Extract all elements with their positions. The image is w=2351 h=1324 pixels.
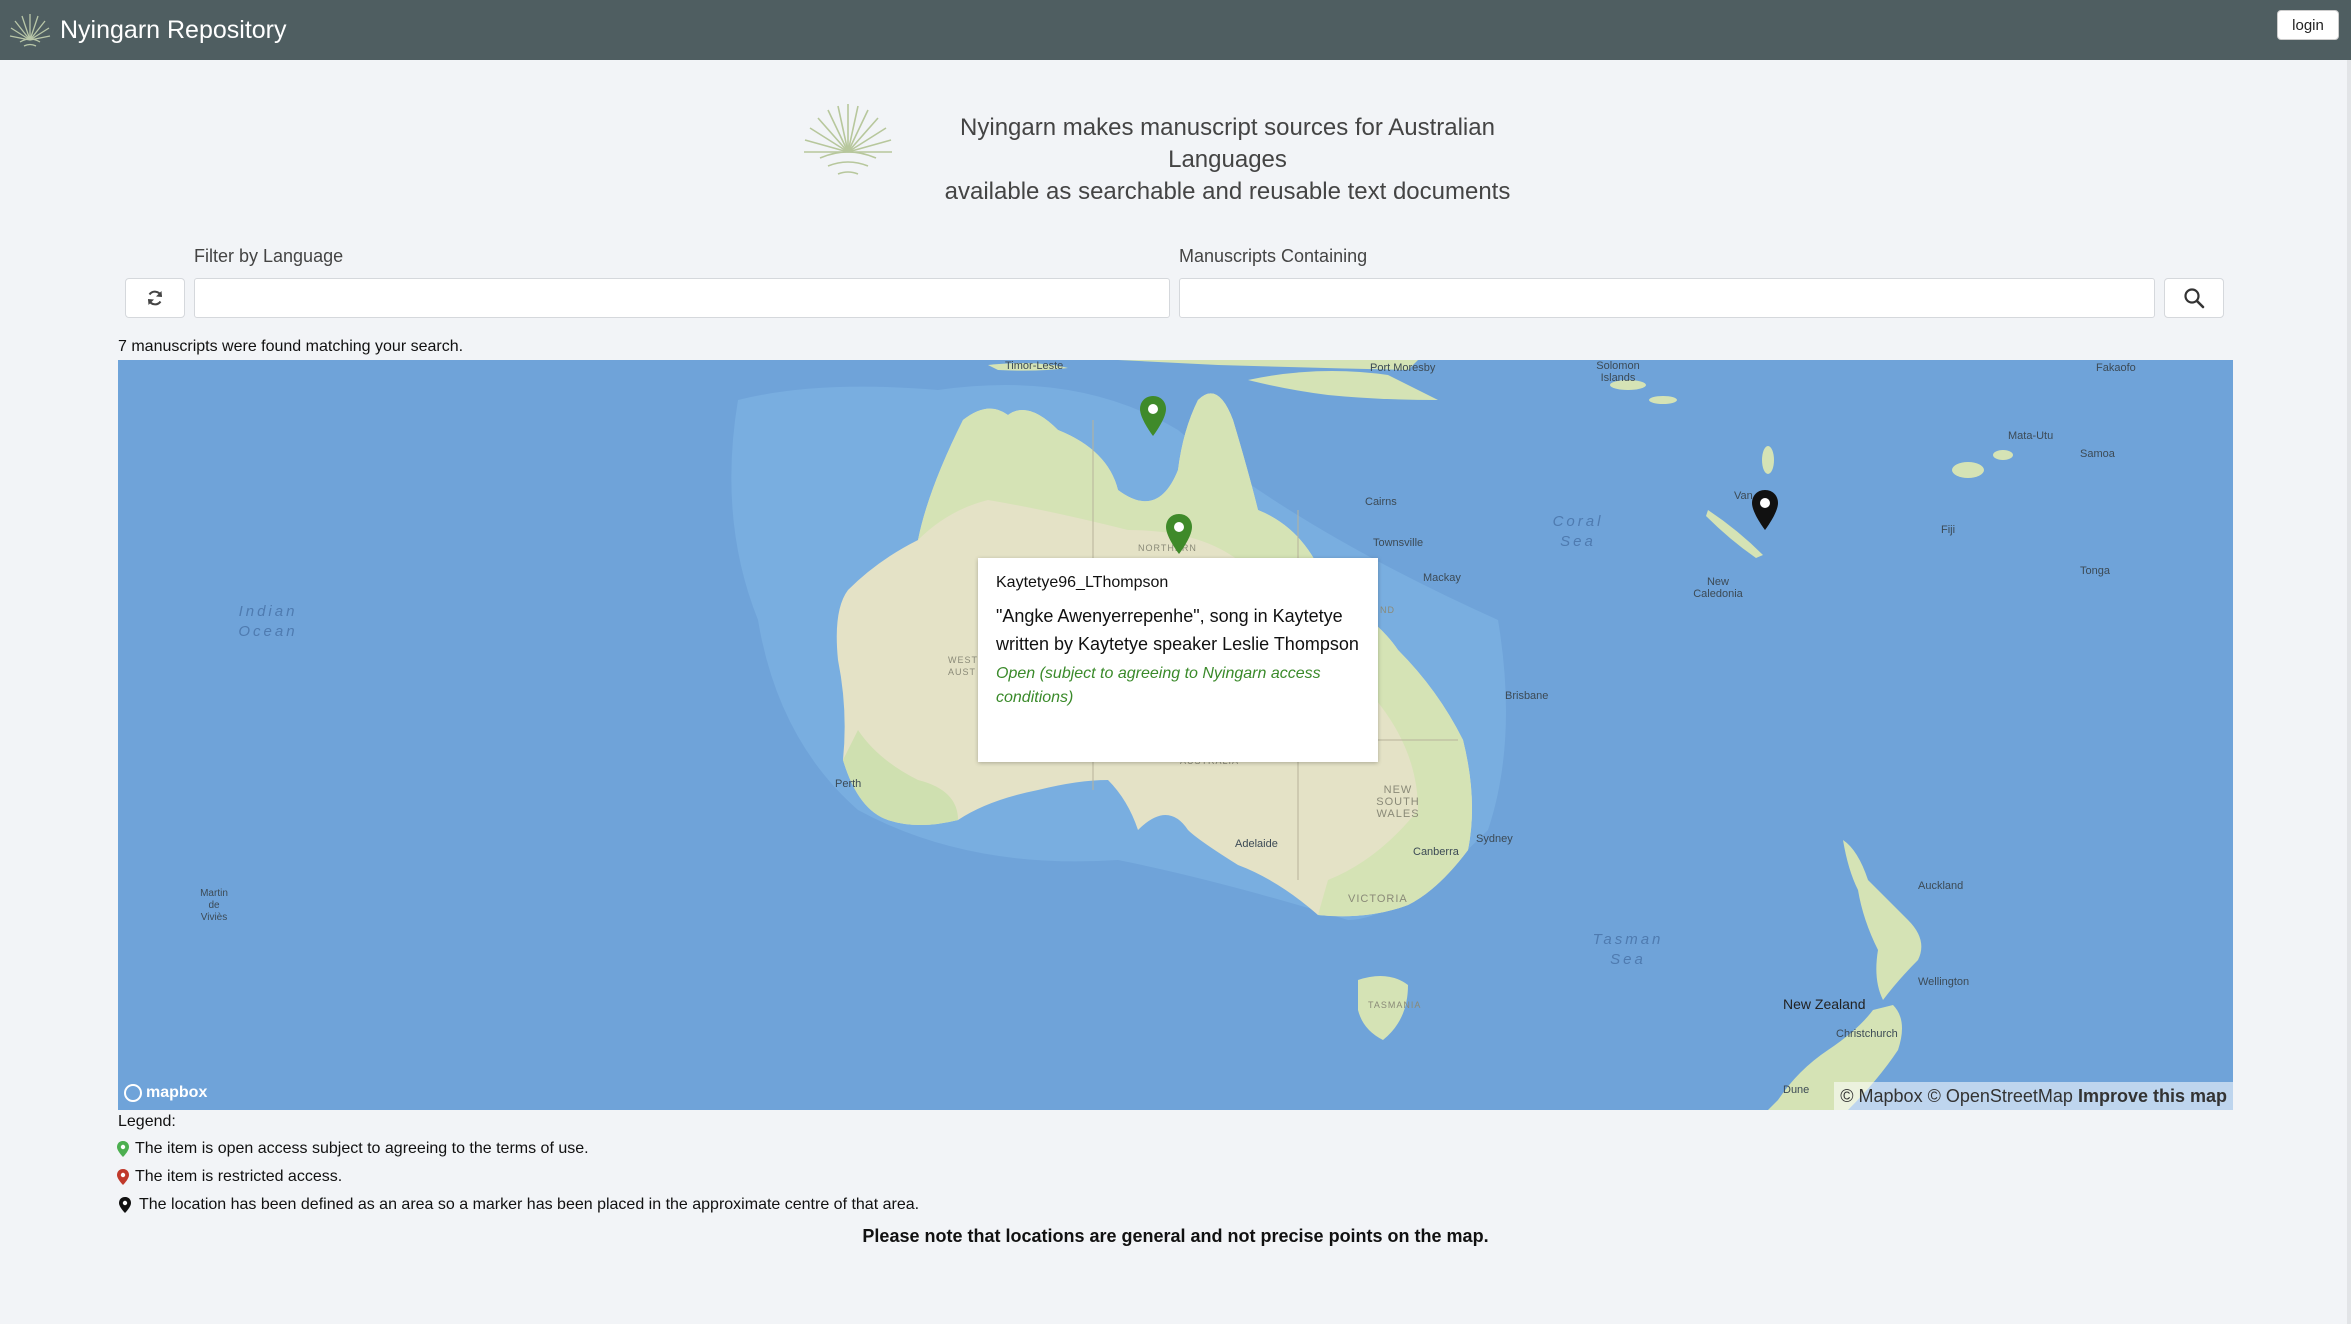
language-filter-input[interactable] (194, 278, 1170, 318)
map-label-samoa: Samoa (2080, 448, 2115, 460)
attribution-osm-link[interactable]: © OpenStreetMap (1928, 1086, 2073, 1106)
red-marker-icon (117, 1169, 129, 1185)
map-label-adelaide: Adelaide (1235, 838, 1278, 850)
attribution-mapbox-link[interactable]: © Mapbox (1840, 1086, 1922, 1106)
map-label-dunedin: Dune (1783, 1084, 1810, 1096)
brand-name: Nyingarn Repository (60, 15, 287, 44)
legend-title: Legend: (118, 1113, 176, 1130)
map-label-auckland: Auckland (1918, 880, 1964, 892)
legend-area-row: The location has been defined as an area… (116, 1196, 919, 1214)
map-label-canberra: Canberra (1413, 846, 1459, 858)
map-label-wellington: Wellington (1918, 976, 1970, 988)
top-navbar: Nyingarn Repository login (0, 0, 2351, 60)
map-label-nsw: NEW SOUTH WALES (1376, 784, 1420, 820)
legend-restricted-row: The item is restricted access. (116, 1168, 342, 1186)
improve-map-link[interactable]: Improve this map (2078, 1086, 2227, 1106)
page-scrollbar[interactable] (2347, 60, 2351, 1324)
legend-open-text: The item is open access subject to agree… (135, 1140, 589, 1157)
map-label-timor-leste: Timor-Leste (1005, 360, 1064, 372)
login-button[interactable]: login (2277, 10, 2339, 40)
black-marker-icon (119, 1197, 131, 1213)
map-label-sydney: Sydney (1476, 833, 1513, 845)
map-label-tasman-sea: Tasman Sea (1592, 931, 1664, 968)
map-label-mackay: Mackay (1423, 572, 1461, 584)
map-label-tonga: Tonga (2080, 565, 2110, 577)
legend-open-row: The item is open access subject to agree… (116, 1140, 589, 1158)
mapbox-logo[interactable]: mapbox (124, 1084, 207, 1102)
map-view[interactable]: Timor-Leste Port Moresby Solomon Islands… (118, 360, 2233, 1110)
map-label-perth: Perth (835, 778, 862, 790)
map-label-new-caledonia: New Caledonia (1693, 576, 1743, 600)
search-button[interactable] (2164, 278, 2224, 318)
refresh-icon (148, 290, 162, 306)
hero-line-1: Nyingarn makes manuscript sources for Au… (960, 114, 1495, 173)
map-label-cairns: Cairns (1365, 496, 1397, 508)
manuscripts-search-input[interactable] (1179, 278, 2155, 318)
mapbox-logo-icon (124, 1084, 142, 1102)
map-label-brisbane: Brisbane (1505, 690, 1549, 702)
map-label-mata-utu: Mata-Utu (2008, 430, 2054, 442)
map-label-tasmania: TASMANIA (1368, 1000, 1422, 1010)
map-label-fiji: Fiji (1941, 524, 1956, 536)
nyingarn-hero-logo-icon (804, 104, 892, 175)
map-label-new-zealand: New Zealand (1783, 996, 1866, 1012)
marker-popup: Kaytetye96_LThompson "Angke Awenyerrepen… (978, 558, 1378, 762)
map-label-port-moresby: Port Moresby (1370, 362, 1436, 374)
mapbox-logo-text: mapbox (146, 1084, 208, 1101)
marker-kaytetye[interactable] (1164, 512, 1194, 556)
popup-item-id[interactable]: Kaytetye96_LThompson (996, 574, 1360, 592)
location-note: Please note that locations are general a… (862, 1226, 1489, 1246)
filter-language-label: Filter by Language (194, 246, 344, 266)
map-label-indian-ocean: Indian Ocean (238, 603, 298, 640)
hero-tagline: Nyingarn makes manuscript sources for Au… (900, 112, 1555, 208)
legend-area-text: The location has been defined as an area… (139, 1196, 920, 1213)
nyingarn-logo-icon (9, 14, 51, 47)
hero-line-2: available as searchable and reusable tex… (944, 178, 1511, 205)
brand-link[interactable]: Nyingarn Repository (8, 6, 287, 54)
map-label-townsville: Townsville (1373, 537, 1424, 549)
map-label-queensland: ND (1380, 605, 1395, 615)
marker-north-coast[interactable] (1138, 394, 1168, 438)
map-label-solomon-islands: Solomon Islands (1596, 360, 1640, 384)
search-icon (2184, 288, 2205, 309)
green-marker-icon (117, 1141, 129, 1157)
map-label-fakaofo: Fakaofo (2096, 362, 2136, 374)
map-label-victoria: VICTORIA (1348, 893, 1408, 905)
map-label-christchurch: Christchurch (1836, 1028, 1898, 1040)
marker-vanuatu-area[interactable] (1750, 488, 1780, 532)
results-count: 7 manuscripts were found matching your s… (118, 338, 464, 355)
map-attribution: © Mapbox © OpenStreetMap Improve this ma… (1834, 1082, 2233, 1110)
popup-description: "Angke Awenyerrepenhe", song in Kaytetye… (996, 606, 1359, 654)
popup-access-status: Open (subject to agreeing to Nyingarn ac… (996, 665, 1321, 706)
map-label-coral-sea: Coral Sea (1552, 513, 1604, 550)
legend-restricted-text: The item is restricted access. (135, 1168, 343, 1185)
reset-filter-button[interactable] (125, 278, 185, 318)
map-label-martin-de-vivies: Martin de Viviès (200, 888, 228, 923)
manuscripts-containing-label: Manuscripts Containing (1179, 246, 1368, 266)
